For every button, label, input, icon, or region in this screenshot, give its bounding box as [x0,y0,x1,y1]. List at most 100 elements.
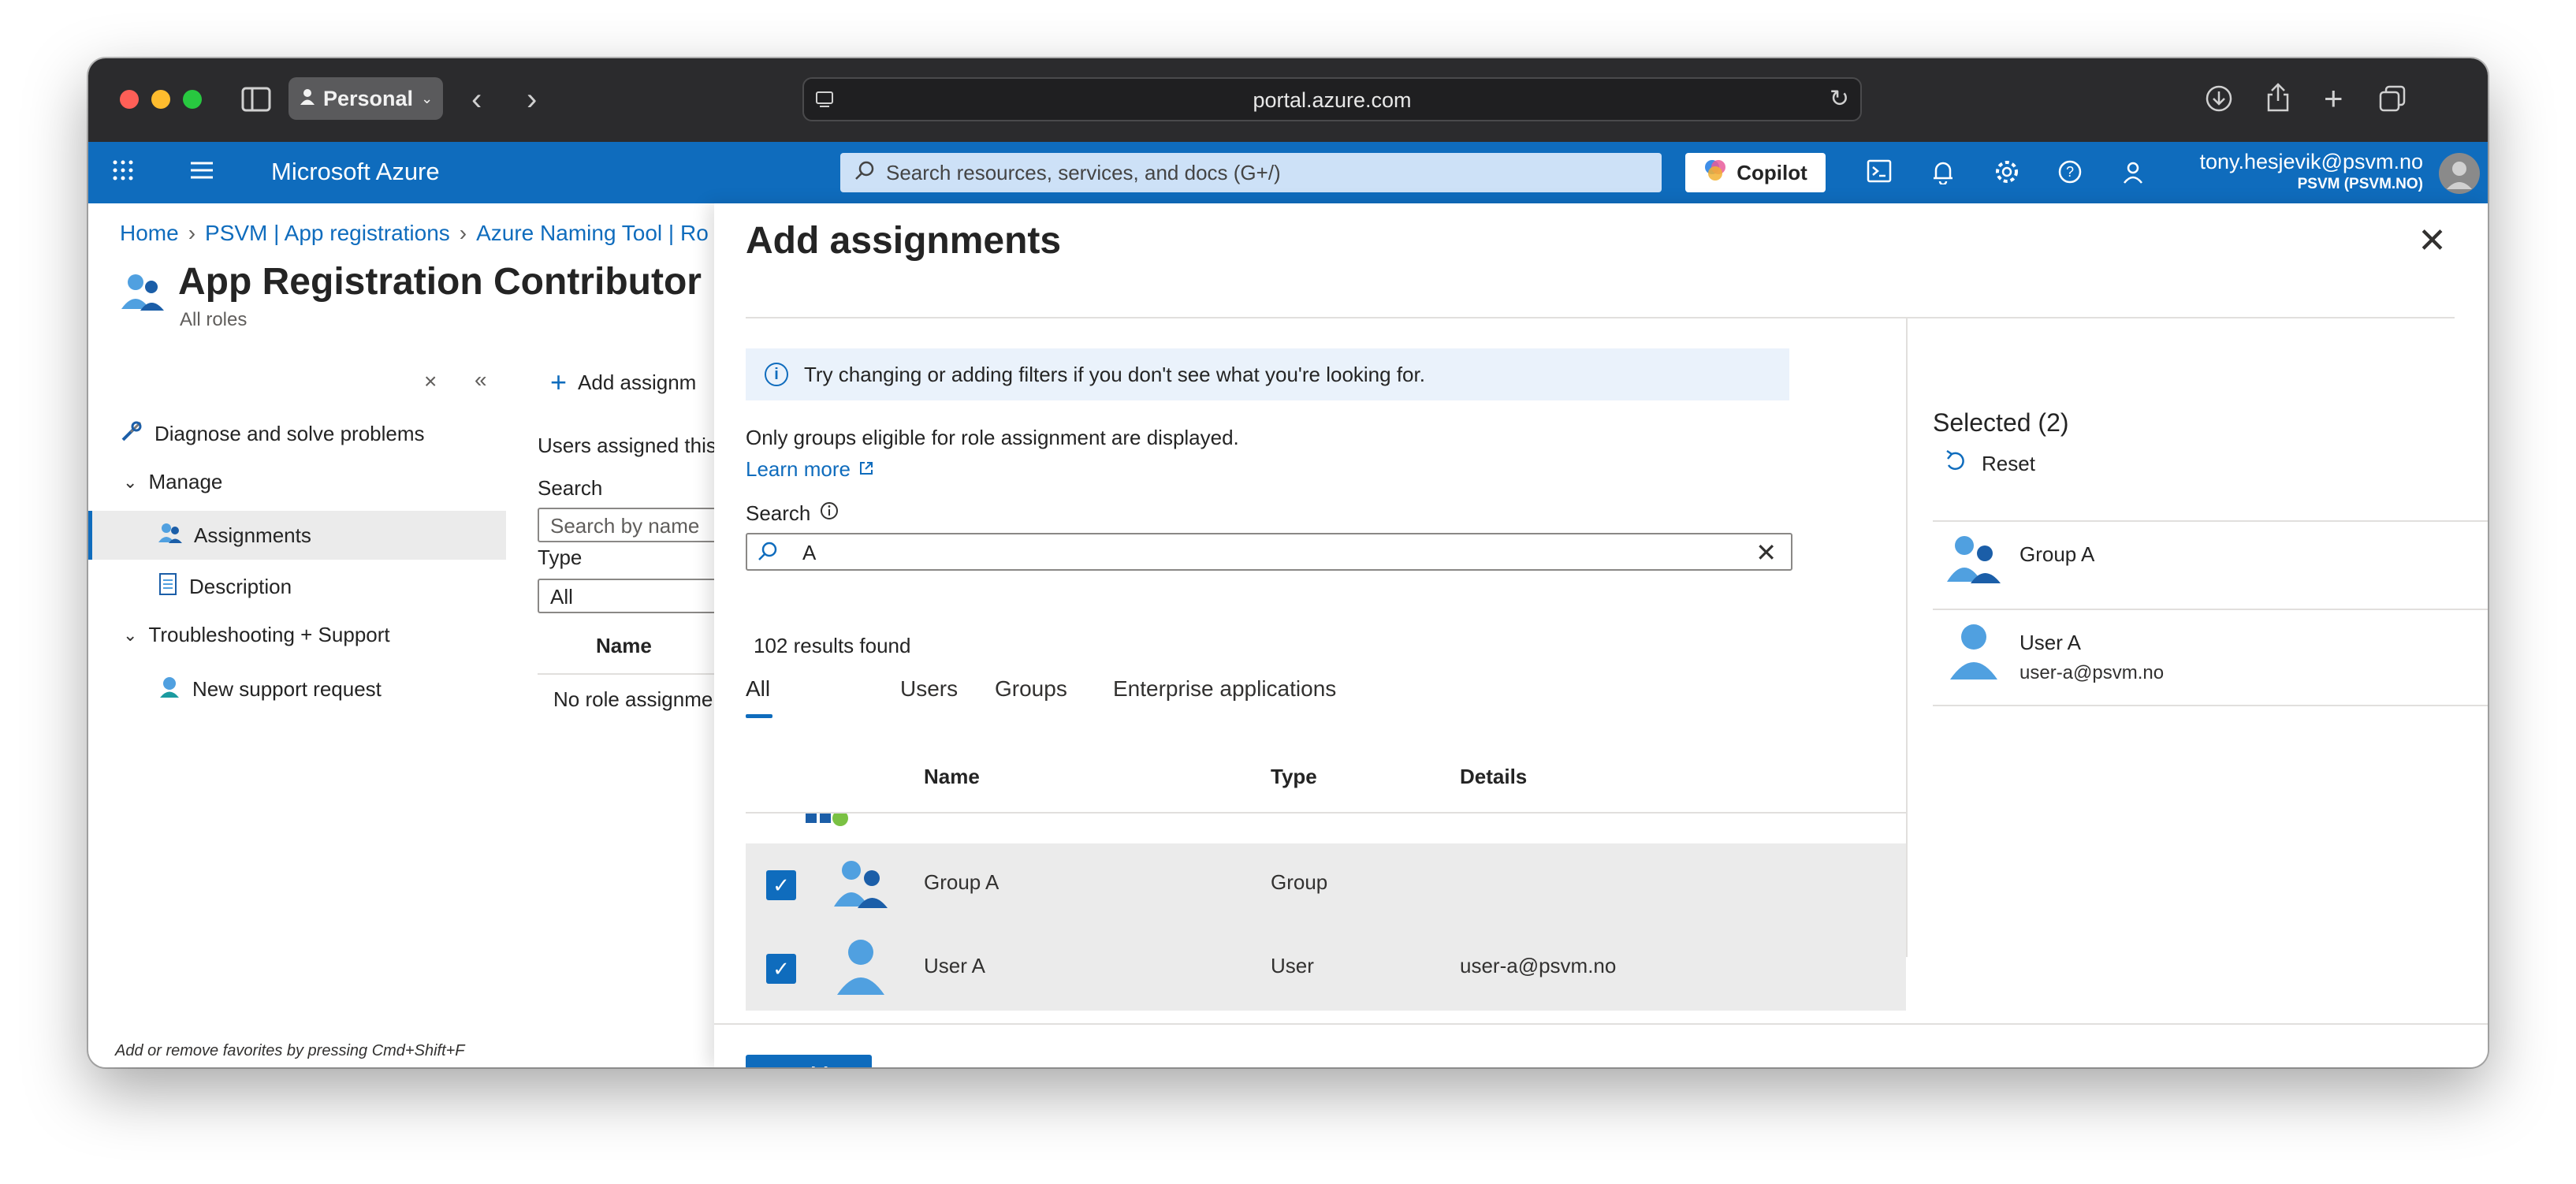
main-search-placeholder: Search by name [550,514,700,538]
copilot-button[interactable]: Copilot [1685,153,1826,192]
collapse-menu-icon[interactable]: « [475,367,487,393]
nav-troubleshooting-label: Troubleshooting + Support [148,623,390,646]
portal-menu-icon[interactable] [189,159,214,184]
nav-new-support[interactable]: New support request [158,675,382,704]
downloads-icon[interactable] [2206,85,2232,117]
favorites-hint: Add or remove favorites by pressing Cmd+… [115,1042,465,1059]
tab-overview-icon[interactable] [2379,85,2406,117]
nav-assignments-label: Assignments [194,523,311,547]
no-role-text: No role assignmen [553,687,724,711]
table-row[interactable]: ✓ User A User user-a@psvm.no [746,927,1906,1011]
group-icon [1945,531,2002,590]
minimize-window-button[interactable] [151,90,170,109]
user-icon [836,936,886,1000]
breadcrumb-home[interactable]: Home [120,221,179,245]
add-assignments-button[interactable]: + Add assignm [550,366,696,399]
chevron-down-icon: ⌄ [421,90,434,106]
global-search-placeholder: Search resources, services, and docs (G+… [886,160,1281,184]
column-name[interactable]: Name [924,765,980,789]
main-search-input[interactable]: Search by name [538,508,727,542]
nav-manage[interactable]: ⌄ Manage [123,470,222,494]
tab-users[interactable]: Users [900,676,958,702]
back-icon[interactable]: ‹ [471,84,482,115]
help-icon[interactable]: ? [2057,159,2083,188]
wrench-icon [120,419,143,449]
breadcrumb: Home › PSVM | App registrations › Azure Nami… [120,221,709,245]
reset-button[interactable]: Reset [1944,449,2035,478]
tab-all[interactable]: All [746,676,770,702]
sidebar-toggle-icon[interactable] [241,87,271,117]
type-label: Type [538,545,583,569]
new-tab-icon[interactable]: + [2324,82,2343,115]
account-email: tony.hesjevik@psvm.no [2199,150,2423,173]
breadcrumb-naming-tool[interactable]: Azure Naming Tool | Ro [476,221,709,245]
row-checkbox[interactable]: ✓ [766,870,796,900]
forward-icon[interactable]: › [527,84,537,115]
browser-toolbar: Personal ⌄ ‹ › portal.azure.com ↻ + [88,58,2488,142]
feedback-icon[interactable] [2120,159,2146,188]
app-launcher-icon[interactable] [112,159,134,185]
nav-description[interactable]: Description [158,572,292,601]
browser-window: Personal ⌄ ‹ › portal.azure.com ↻ + Micr… [88,58,2488,1067]
tab-groups[interactable]: Groups [995,676,1067,702]
partial-app-icon [801,810,856,833]
account-manager[interactable]: tony.hesjevik@psvm.no PSVM (PSVM.NO) [2199,150,2423,193]
person-icon [300,87,315,111]
breadcrumb-app-registrations[interactable]: PSVM | App registrations [205,221,450,245]
selected-item-email: user-a@psvm.no [2019,662,2165,683]
selected-divider [1933,520,2488,522]
info-icon[interactable] [820,501,839,526]
eligible-note: Only groups eligible for role assignment… [746,426,1239,449]
users-assigned-text: Users assigned this [538,434,717,457]
row-type: Group [1271,870,1328,894]
undo-icon [1944,449,1967,478]
close-icon[interactable]: ✕ [2418,224,2447,259]
notifications-icon[interactable] [1931,159,1955,188]
info-text: Try changing or adding filters if you do… [804,362,1425,386]
clear-search-icon[interactable]: ✕ [1755,538,1777,568]
blade-search-label-row: Search [746,501,839,526]
azure-header: Microsoft Azure Search resources, servic… [88,142,2488,203]
table-row[interactable]: ✓ Group A Group [746,843,1906,927]
blade-title: Add assignments [746,220,1062,262]
cloud-shell-icon[interactable] [1867,159,1892,187]
column-type[interactable]: Type [1271,765,1317,789]
column-details[interactable]: Details [1460,765,1527,789]
learn-more-link[interactable]: Learn more [746,457,874,482]
address-bar[interactable]: portal.azure.com ↻ [802,77,1862,121]
info-bar: i Try changing or adding filters if you … [746,348,1789,400]
profile-button[interactable]: Personal ⌄ [288,77,443,120]
nav-manage-label: Manage [148,470,223,493]
row-type: User [1271,954,1314,977]
close-window-button[interactable] [120,90,139,109]
share-icon[interactable] [2265,82,2291,117]
name-column-header[interactable]: Name [596,634,652,658]
add-assignments-blade: Add assignments ✕ i Try changing or addi… [714,203,2488,1067]
nav-description-label: Description [189,575,292,598]
blade-search-input[interactable]: A ✕ [746,533,1792,571]
add-button[interactable]: Add [746,1055,872,1067]
row-details: user-a@psvm.no [1460,954,1617,977]
maximize-window-button[interactable] [183,90,202,109]
settings-icon[interactable] [1994,159,2019,188]
row-checkbox[interactable]: ✓ [766,954,796,984]
search-icon [854,160,875,186]
table-header-divider [746,812,1906,814]
blade-header-divider [746,317,2455,318]
selected-divider [1933,705,2488,706]
nav-troubleshooting[interactable]: ⌄ Troubleshooting + Support [123,623,390,647]
tab-enterprise-applications[interactable]: Enterprise applications [1113,676,1336,702]
avatar[interactable] [2439,153,2480,194]
azure-brand[interactable]: Microsoft Azure [271,158,440,186]
collapse-close-icon[interactable]: × [424,369,437,394]
user-icon [1949,621,1999,685]
role-icon [120,271,166,316]
nav-assignments[interactable]: Assignments [158,522,311,549]
type-select[interactable]: All [538,579,727,613]
global-search-input[interactable]: Search resources, services, and docs (G+… [840,153,1662,192]
main-search-label: Search [538,476,603,500]
selected-item-name: Group A [2019,542,2095,566]
nav-diagnose[interactable]: Diagnose and solve problems [120,419,425,449]
reload-icon[interactable]: ↻ [1830,85,1849,113]
info-icon: i [765,363,788,386]
